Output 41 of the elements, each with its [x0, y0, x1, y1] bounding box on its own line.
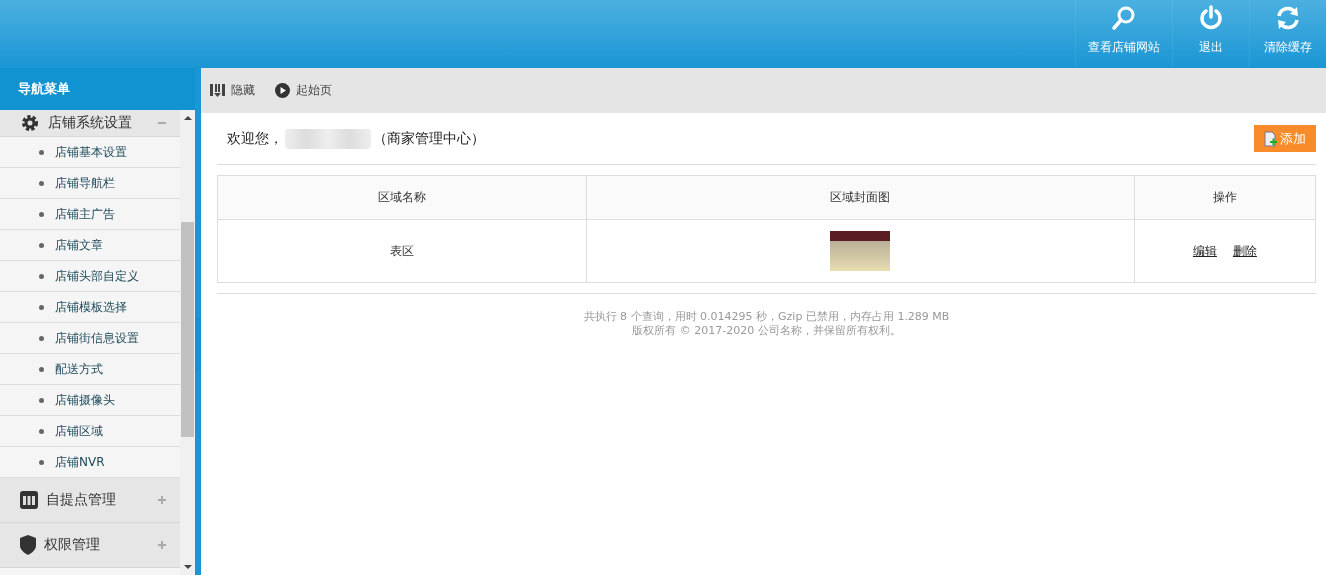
toolbar-button[interactable]: 起始页 — [275, 82, 332, 99]
bullet-icon — [39, 211, 44, 217]
power-icon — [1198, 5, 1224, 31]
bullet-icon — [39, 304, 44, 310]
column-header: 区域封面图 — [586, 175, 1135, 220]
refresh-icon — [1275, 5, 1301, 31]
footer-text: 版权所有 © 2017-2020 公司名称，并保留所有权利。 — [632, 324, 901, 338]
bullet-icon — [39, 366, 44, 372]
shield-icon — [20, 535, 36, 555]
column-header: 操作 — [1134, 175, 1316, 220]
add-file-icon — [1264, 130, 1278, 147]
collapse-handle[interactable] — [195, 316, 201, 372]
bullet-icon — [39, 428, 44, 434]
bullet-icon — [39, 273, 44, 279]
table-action-link[interactable]: 删除 — [1232, 242, 1257, 260]
expand-icon — [158, 541, 166, 549]
bullet-icon — [39, 397, 44, 403]
sidebar-group[interactable]: 权限管理 — [0, 523, 180, 568]
welcome-text: 欢迎您， — [227, 129, 283, 148]
expand-icon — [158, 496, 166, 504]
scrollbar[interactable] — [180, 110, 195, 575]
bullet-icon — [39, 459, 44, 465]
toolbar-button[interactable]: 隐藏 — [210, 82, 255, 99]
bullet-icon — [39, 180, 44, 186]
play-icon — [275, 83, 290, 98]
search-icon — [1111, 5, 1137, 31]
table-cell: 表区 — [217, 219, 587, 283]
bullet-icon — [39, 149, 44, 155]
sidebar-group[interactable]: 自提点管理 — [0, 478, 180, 523]
gear-icon — [20, 113, 40, 133]
photo-placeholder — [830, 231, 891, 271]
nav-menu-title: 导航菜单 — [0, 68, 195, 110]
welcome-text: （商家管理中心） — [373, 129, 485, 148]
sidebar-group[interactable]: 店铺系统设置 — [0, 110, 180, 137]
columns-icon — [210, 84, 225, 97]
footer-text: 共执行 8 个查询，用时 0.014295 秒，Gzip 已禁用，内存占用 1.289 MB — [583, 310, 950, 324]
briefcase-icon — [20, 491, 38, 509]
table-action-link[interactable]: 编辑 — [1192, 242, 1217, 260]
column-header: 区域名称 — [217, 175, 587, 220]
bullet-icon — [39, 335, 44, 341]
bullet-icon — [39, 242, 44, 248]
